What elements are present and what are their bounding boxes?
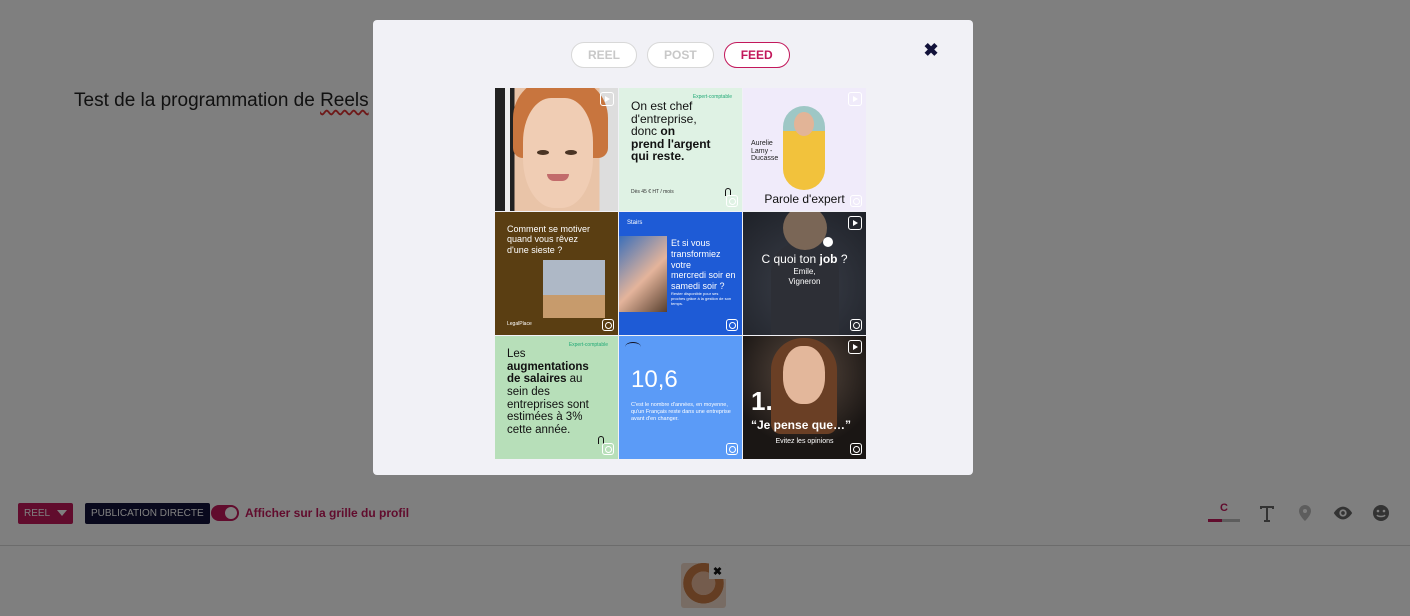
post-text-line: qui reste.: [631, 149, 685, 164]
post-big-number: 1.: [751, 386, 773, 416]
post-text-line: d'une sieste ?: [507, 244, 563, 255]
preview-tabs: REEL POST FEED: [571, 42, 790, 68]
post-quote: “Je pense que…”: [751, 418, 852, 432]
post-small-text: LegalPlace: [507, 321, 532, 327]
post-text-line: augmentations: [507, 360, 589, 373]
feed-post-thumbnail[interactable]: [495, 88, 618, 211]
photo-face: [523, 98, 593, 208]
post-text-line: estimées à 3%: [507, 411, 583, 424]
post-text-line: donc on: [631, 125, 730, 138]
post-subtitle: Evitez les opinions: [775, 438, 834, 445]
post-small-text: C'est le nombre d'années, en moyenne, qu…: [631, 402, 731, 423]
brand-logo: Stairs: [627, 220, 643, 226]
post-text-line: sein des: [507, 385, 550, 398]
photo-eye: [565, 150, 577, 155]
instagram-icon: [850, 443, 862, 455]
photo-mouth: [547, 174, 569, 181]
post-big-number: 10,6: [631, 366, 678, 393]
reel-icon: [848, 92, 862, 106]
post-title: C quoi ton job ?: [743, 252, 866, 266]
tab-reel[interactable]: REEL: [571, 42, 638, 68]
post-text-line: transformiez votre: [671, 248, 721, 270]
post-text-line: Les: [507, 348, 526, 360]
decorative-swirl-icon: [625, 342, 641, 352]
post-text-line: mercredi soir en: [671, 270, 736, 281]
post-text-line: Et si vous: [671, 238, 711, 248]
instagram-icon: [726, 443, 738, 455]
close-icon[interactable]: ✖: [921, 40, 941, 60]
feed-post-thumbnail[interactable]: Expert-comptable Les augmentations de sa…: [495, 336, 618, 459]
post-photo: [543, 260, 605, 318]
expert-name: Aurelie Lamy - Ducasse: [751, 140, 778, 163]
feed-preview-modal: REEL POST FEED ✖ Expert-comptable On est…: [373, 20, 973, 475]
post-text-line: de salaires au: [507, 373, 606, 386]
post-text-line: entreprises sont: [507, 398, 589, 411]
post-text-line: quand vous rêvez: [507, 234, 579, 245]
feed-post-thumbnail[interactable]: Comment se motiver quand vous rêvez d'un…: [495, 212, 618, 335]
feed-post-thumbnail[interactable]: 10,6 C'est le nombre d'années, en moyenn…: [619, 336, 742, 459]
instagram-feed-grid: Expert-comptable On est chef d'entrepris…: [495, 88, 866, 459]
feed-post-thumbnail[interactable]: 1. “Je pense que…” Evitez les opinions: [743, 336, 866, 459]
post-text-bold: de salaires: [507, 373, 567, 386]
expert-name-line: Lamy -: [751, 147, 773, 155]
instagram-icon: [850, 195, 862, 207]
post-title-part: C quoi ton: [761, 252, 820, 266]
post-subtitle-line: Emile,: [793, 267, 816, 276]
post-subtitle: Emile, Vigneron: [743, 267, 866, 288]
post-caption: Parole d'expert: [764, 192, 845, 206]
expert-name-line: Aurelie: [751, 140, 773, 147]
feed-post-thumbnail[interactable]: C quoi ton job ? Emile, Vigneron: [743, 212, 866, 335]
post-text: On est chef d'entreprise, donc on prend …: [631, 100, 730, 163]
reel-icon: [848, 340, 862, 354]
instagram-icon: [726, 195, 738, 207]
expert-photo-head: [794, 112, 814, 136]
instagram-icon: [602, 319, 614, 331]
post-title-part: ?: [837, 252, 848, 266]
post-text: Et si vous transformiez votre mercredi s…: [671, 238, 742, 292]
post-text: Comment se motiver quand vous rêvez d'un…: [507, 224, 606, 255]
post-text-part: au: [566, 373, 583, 386]
post-text-line: On est chef: [631, 99, 693, 113]
post-photo: [619, 236, 667, 312]
location-pin-icon: [823, 237, 833, 247]
instagram-icon: [850, 319, 862, 331]
instagram-icon: [602, 443, 614, 455]
post-tag: Expert-comptable: [692, 94, 732, 100]
post-subtitle-line: Vigneron: [788, 277, 821, 287]
photo-face: [783, 346, 825, 404]
post-small-text: Rester disponible pour ses proches grâce…: [671, 291, 732, 306]
post-title-bold: job: [819, 252, 838, 266]
instagram-icon: [726, 319, 738, 331]
post-text-line: cette année.: [507, 423, 571, 436]
reel-icon: [848, 216, 862, 230]
tab-feed[interactable]: FEED: [723, 42, 790, 68]
reel-icon: [600, 92, 614, 106]
post-tag: Expert-comptable: [568, 342, 608, 348]
post-text: Les augmentations de salaires au sein de…: [507, 348, 606, 436]
post-small-text: Dès 45 € HT / mois: [631, 189, 674, 195]
post-text-line: Comment se motiver: [507, 224, 591, 234]
photo-eye: [537, 150, 549, 155]
tab-post[interactable]: POST: [647, 42, 714, 68]
feed-post-thumbnail[interactable]: Expert-comptable On est chef d'entrepris…: [619, 88, 742, 211]
feed-post-thumbnail[interactable]: Aurelie Lamy - Ducasse Parole d'expert: [743, 88, 866, 211]
feed-post-thumbnail[interactable]: Stairs Et si vous transformiez votre mer…: [619, 212, 742, 335]
expert-name-line: Ducasse: [751, 155, 779, 163]
